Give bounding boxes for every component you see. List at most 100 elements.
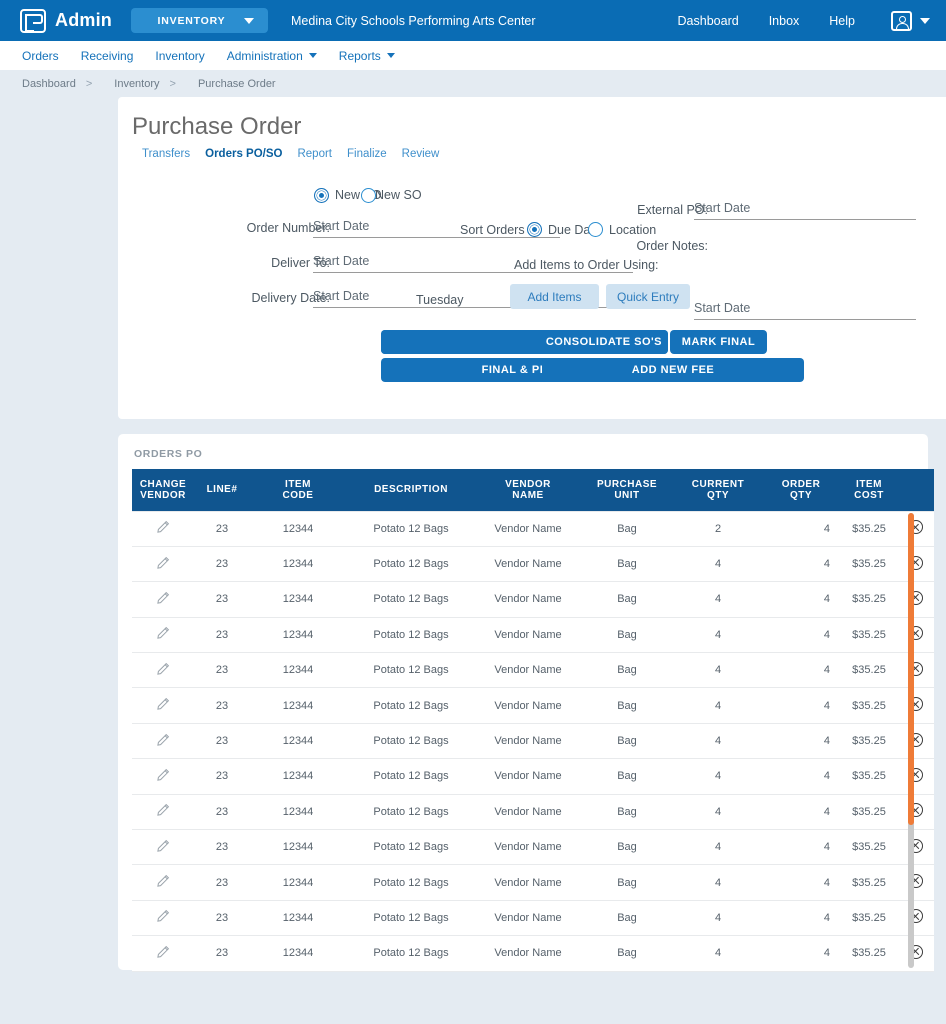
module-selector-dropdown[interactable]: INVENTORY bbox=[131, 8, 268, 33]
cell-current-qty: 4 bbox=[674, 758, 762, 795]
pencil-icon[interactable] bbox=[156, 768, 170, 782]
nav-link-dashboard[interactable]: Dashboard bbox=[678, 14, 739, 28]
pencil-icon[interactable] bbox=[156, 591, 170, 605]
pencil-icon[interactable] bbox=[156, 874, 170, 888]
cell-description: Potato 12 Bags bbox=[346, 546, 476, 583]
tab-orders-po-so[interactable]: Orders PO/SO bbox=[205, 148, 282, 160]
table-row[interactable]: 23 12344 Potato 12 Bags Vendor Name Bag 4 4 $35… bbox=[132, 546, 934, 583]
subnav-item-receiving[interactable]: Receiving bbox=[81, 49, 134, 63]
add-items-label: Add Items bbox=[527, 289, 582, 304]
pencil-icon[interactable] bbox=[156, 909, 170, 923]
cell-current-qty: 4 bbox=[674, 829, 762, 866]
cell-change-vendor[interactable] bbox=[132, 687, 194, 724]
consolidate-sos-button[interactable]: CONSOLIDATE SO'S bbox=[381, 330, 668, 354]
cell-line-number: 23 bbox=[194, 935, 250, 972]
table-header-row: CHANGE VENDOR LINE# ITEM CODE DESCRIPTION VEND… bbox=[132, 469, 934, 511]
tab-transfers[interactable]: Transfers bbox=[142, 148, 190, 160]
cell-change-vendor[interactable] bbox=[132, 864, 194, 901]
breadcrumb-item-inventory[interactable]: Inventory bbox=[114, 78, 159, 90]
subnav-item-inventory[interactable]: Inventory bbox=[155, 49, 204, 63]
cell-change-vendor[interactable] bbox=[132, 581, 194, 618]
cell-change-vendor[interactable] bbox=[132, 758, 194, 795]
radio-sort-due-date[interactable] bbox=[527, 222, 542, 237]
column-header-item-cost: ITEM COST bbox=[840, 469, 898, 511]
cell-order-qty: 4 bbox=[762, 935, 840, 972]
cell-vendor-name: Vendor Name bbox=[476, 617, 580, 654]
chevron-down-icon bbox=[244, 17, 254, 24]
nav-link-help[interactable]: Help bbox=[829, 14, 855, 28]
table-row[interactable]: 23 12344 Potato 12 Bags Vendor Name Bag 4 4 $35… bbox=[132, 687, 934, 724]
cell-line-number: 23 bbox=[194, 829, 250, 866]
table-row[interactable]: 23 12344 Potato 12 Bags Vendor Name Bag 4 4 $35… bbox=[132, 900, 934, 937]
cell-delete-action[interactable] bbox=[898, 723, 934, 760]
table-row[interactable]: 23 12344 Potato 12 Bags Vendor Name Bag 4 4 $35… bbox=[132, 758, 934, 795]
cell-change-vendor[interactable] bbox=[132, 935, 194, 972]
cell-change-vendor[interactable] bbox=[132, 723, 194, 760]
user-avatar-icon[interactable] bbox=[891, 10, 912, 31]
cell-delete-action[interactable] bbox=[898, 864, 934, 901]
table-row[interactable]: 23 12344 Potato 12 Bags Vendor Name Bag 4 4 $35… bbox=[132, 581, 934, 618]
radio-new-po[interactable] bbox=[314, 188, 329, 203]
pencil-icon[interactable] bbox=[156, 662, 170, 676]
input-external-po[interactable]: Start Date bbox=[694, 201, 916, 220]
cell-delete-action[interactable] bbox=[898, 510, 934, 547]
cell-change-vendor[interactable] bbox=[132, 510, 194, 547]
column-header-line-2: VENDOR bbox=[140, 489, 186, 501]
cell-delete-action[interactable] bbox=[898, 652, 934, 689]
orders-po-table-card: ORDERS PO CHANGE VENDOR LINE# ITEM CODE DESCR… bbox=[118, 434, 934, 972]
table-row[interactable]: 23 12344 Potato 12 Bags Vendor Name Bag 4 4 $35… bbox=[132, 829, 934, 866]
pencil-icon[interactable] bbox=[156, 626, 170, 640]
tab-review[interactable]: Review bbox=[402, 148, 440, 160]
pencil-icon[interactable] bbox=[156, 945, 170, 959]
cell-item-cost: $35.25 bbox=[840, 794, 898, 831]
cell-change-vendor[interactable] bbox=[132, 794, 194, 831]
cell-delete-action[interactable] bbox=[898, 794, 934, 831]
cell-delete-action[interactable] bbox=[898, 935, 934, 972]
cell-delete-action[interactable] bbox=[898, 900, 934, 937]
breadcrumb-item-dashboard[interactable]: Dashboard bbox=[22, 78, 76, 90]
pencil-icon[interactable] bbox=[156, 520, 170, 534]
table-row[interactable]: 23 12344 Potato 12 Bags Vendor Name Bag 2 4 $35… bbox=[132, 510, 934, 547]
cell-change-vendor[interactable] bbox=[132, 652, 194, 689]
radio-sort-location[interactable] bbox=[588, 222, 603, 237]
radio-label-location: Location bbox=[609, 223, 657, 237]
cell-change-vendor[interactable] bbox=[132, 617, 194, 654]
cell-delete-action[interactable] bbox=[898, 687, 934, 724]
cell-delete-action[interactable] bbox=[898, 829, 934, 866]
cell-delete-action[interactable] bbox=[898, 758, 934, 795]
table-scrollbar-thumb[interactable] bbox=[908, 513, 914, 825]
user-menu-chevron-down-icon[interactable] bbox=[920, 17, 930, 24]
table-row[interactable]: 23 12344 Potato 12 Bags Vendor Name Bag 4 4 $35… bbox=[132, 617, 934, 654]
subnav-item-administration[interactable]: Administration bbox=[227, 49, 317, 63]
quick-entry-button[interactable]: Quick Entry bbox=[606, 284, 690, 309]
cell-change-vendor[interactable] bbox=[132, 900, 194, 937]
pencil-icon[interactable] bbox=[156, 803, 170, 817]
radio-new-so[interactable] bbox=[361, 188, 376, 203]
pencil-icon[interactable] bbox=[156, 839, 170, 853]
table-row[interactable]: 23 12344 Potato 12 Bags Vendor Name Bag 4 4 $35… bbox=[132, 935, 934, 972]
cell-change-vendor[interactable] bbox=[132, 829, 194, 866]
cell-description: Potato 12 Bags bbox=[346, 510, 476, 547]
table-row[interactable]: 23 12344 Potato 12 Bags Vendor Name Bag 4 4 $35… bbox=[132, 864, 934, 901]
tab-report[interactable]: Report bbox=[297, 148, 332, 160]
pencil-icon[interactable] bbox=[156, 556, 170, 570]
table-row[interactable]: 23 12344 Potato 12 Bags Vendor Name Bag 4 4 $35… bbox=[132, 723, 934, 760]
pencil-icon[interactable] bbox=[156, 733, 170, 747]
table-row[interactable]: 23 12344 Potato 12 Bags Vendor Name Bag 4 4 $35… bbox=[132, 794, 934, 831]
pencil-icon[interactable] bbox=[156, 697, 170, 711]
column-header-line-1: PURCHASE bbox=[596, 478, 658, 490]
table-body: 23 12344 Potato 12 Bags Vendor Name Bag 2 4 $35… bbox=[132, 510, 934, 972]
cell-delete-action[interactable] bbox=[898, 581, 934, 618]
input-order-notes[interactable]: Start Date bbox=[694, 301, 916, 320]
add-new-fee-secondary-button[interactable]: ADD NEW FEE bbox=[542, 358, 804, 382]
add-items-button[interactable]: Add Items bbox=[510, 284, 599, 309]
cell-change-vendor[interactable] bbox=[132, 546, 194, 583]
mark-final-button[interactable]: MARK FINAL bbox=[670, 330, 767, 354]
subnav-item-reports[interactable]: Reports bbox=[339, 49, 395, 63]
cell-delete-action[interactable] bbox=[898, 546, 934, 583]
subnav-item-orders[interactable]: Orders bbox=[22, 49, 59, 63]
tab-finalize[interactable]: Finalize bbox=[347, 148, 387, 160]
table-row[interactable]: 23 12344 Potato 12 Bags Vendor Name Bag 4 4 $35… bbox=[132, 652, 934, 689]
cell-delete-action[interactable] bbox=[898, 617, 934, 654]
nav-link-inbox[interactable]: Inbox bbox=[769, 14, 800, 28]
